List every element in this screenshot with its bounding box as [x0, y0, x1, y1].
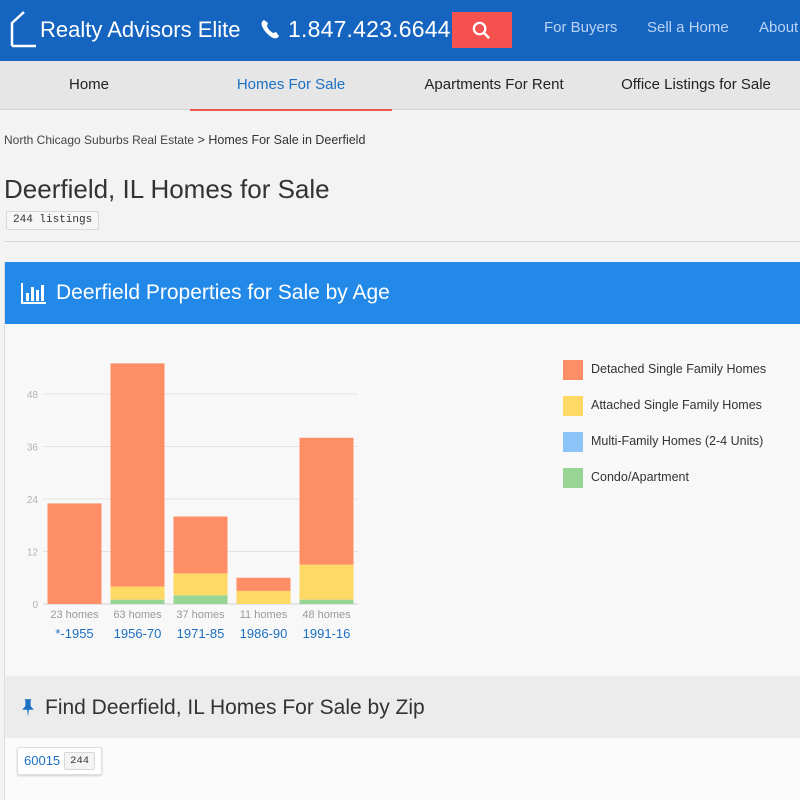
y-tick-label: 48 [27, 390, 39, 401]
zip-section: Find Deerfield, IL Homes For Sale by Zip… [4, 676, 800, 800]
search-button[interactable] [452, 12, 512, 48]
category-link[interactable]: 1971-85 [177, 626, 225, 641]
bar-segment[interactable] [299, 437, 354, 565]
page-title: Deerfield, IL Homes for Sale [4, 174, 330, 204]
secondary-nav: Home Homes For Sale Apartments For Rent … [0, 61, 800, 111]
tab-home[interactable]: Home [0, 61, 190, 110]
category-link[interactable]: *-1955 [55, 626, 93, 641]
breadcrumb-parent-link[interactable]: North Chicago Suburbs Real Estate [4, 133, 194, 147]
tab-apartments-for-rent[interactable]: Apartments For Rent [393, 61, 595, 110]
legend-label: Attached Single Family Homes [591, 398, 762, 412]
legend-label: Condo/Apartment [591, 470, 689, 484]
phone-number[interactable]: 1.847.423.6644 [288, 16, 451, 43]
legend-label: Multi-Family Homes (2-4 Units) [591, 434, 764, 448]
y-tick-label: 0 [32, 600, 38, 611]
bar-count-label: 63 homes [113, 609, 162, 621]
bar-segment[interactable] [236, 577, 291, 591]
category-link[interactable]: 1986-90 [240, 626, 288, 641]
tab-homes-for-sale[interactable]: Homes For Sale [190, 61, 392, 111]
breadcrumb-current: Homes For Sale in Deerfield [208, 133, 366, 147]
legend-swatch [563, 360, 583, 380]
zip-code-link[interactable]: 60015 [24, 748, 60, 774]
age-chart-card: Deerfield Properties for Sale by Age 0 12… [4, 262, 800, 676]
legend-swatch [563, 396, 583, 416]
top-header: Realty Advisors Elite 1.847.423.6644 For… [0, 0, 800, 61]
zip-section-title: Find Deerfield, IL Homes For Sale by Zip [45, 696, 425, 719]
bar-segment[interactable] [299, 599, 354, 604]
bar-segment[interactable] [110, 586, 165, 600]
tab-office-listings[interactable]: Office Listings for Sale [595, 61, 797, 110]
age-bar-chart: 0 12 24 36 48 23 homes *-1955 63 homes 1956-70 37… [27, 363, 358, 641]
legend-label: Detached Single Family Homes [591, 362, 767, 376]
bar-count-label: 11 homes [240, 609, 288, 621]
category-link[interactable]: 1956-70 [114, 626, 162, 641]
nav-about[interactable]: About [759, 19, 798, 36]
pushpin-icon [22, 699, 34, 717]
y-tick-label: 24 [27, 495, 39, 506]
bar-segment[interactable] [110, 363, 165, 587]
y-tick-label: 12 [27, 548, 39, 559]
zip-section-header: Find Deerfield, IL Homes For Sale by Zip [5, 676, 800, 738]
bar-segment[interactable] [110, 599, 165, 604]
nav-sell-a-home[interactable]: Sell a Home [647, 19, 729, 36]
search-icon [472, 21, 490, 39]
y-tick-label: 36 [27, 443, 39, 454]
legend-swatch [563, 468, 583, 488]
nav-for-buyers[interactable]: For Buyers [544, 19, 617, 36]
phone-icon [261, 20, 279, 39]
category-link[interactable]: 1991-16 [303, 626, 351, 641]
zip-chip[interactable]: 60015 244 [17, 747, 103, 775]
breadcrumb: North Chicago Suburbs Real Estate > Home… [4, 133, 365, 147]
zip-count-badge: 244 [64, 752, 96, 770]
listings-count-badge: 244 listings [6, 211, 100, 230]
divider [4, 241, 800, 242]
bar-count-label: 23 homes [50, 609, 99, 621]
brand-name[interactable]: Realty Advisors Elite [40, 17, 241, 43]
bar-segment[interactable] [173, 573, 228, 596]
breadcrumb-separator: > [197, 133, 205, 147]
house-outline-icon[interactable] [8, 10, 38, 48]
bar-segment[interactable] [236, 590, 291, 604]
bar-segment[interactable] [173, 595, 228, 604]
bar-segment[interactable] [299, 564, 354, 600]
bar-count-label: 48 homes [302, 609, 351, 621]
bar-count-label: 37 homes [176, 609, 225, 621]
bar-segment[interactable] [173, 516, 228, 574]
legend-swatch [563, 432, 583, 452]
bar-segment[interactable] [47, 503, 102, 604]
